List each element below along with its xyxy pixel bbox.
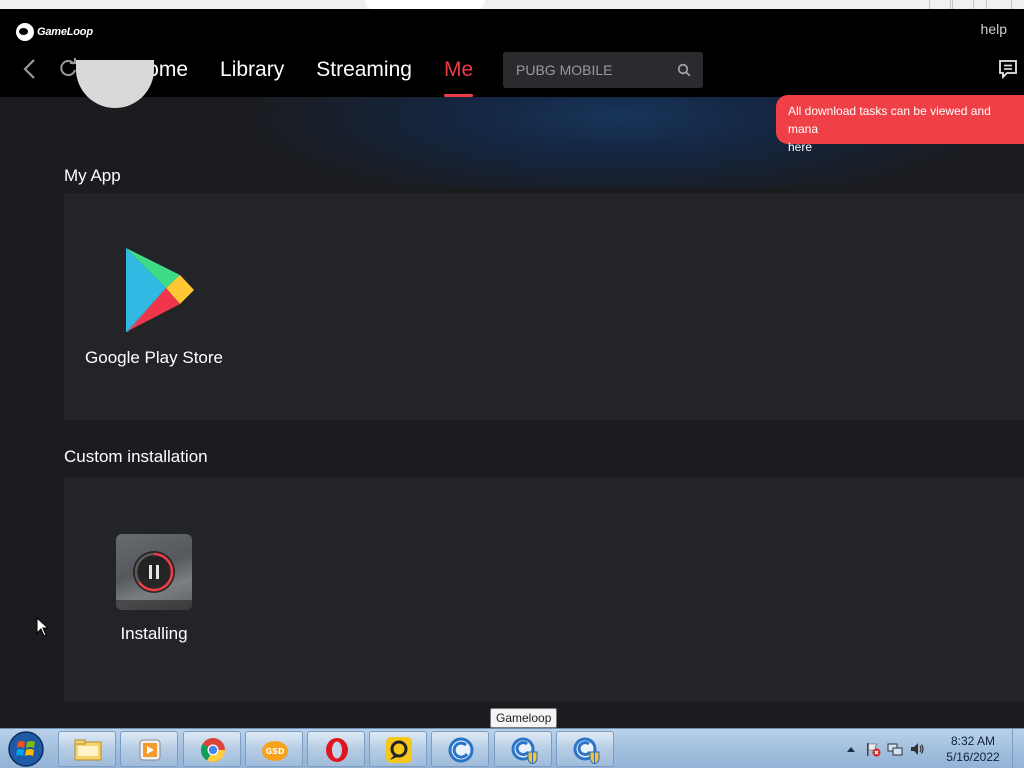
search-input[interactable] — [503, 52, 671, 88]
main-tabs: Home Library Streaming Me — [132, 57, 505, 97]
app-label: Installing — [120, 624, 188, 643]
my-app-panel: Google Play Store — [64, 193, 1024, 420]
minimize-button[interactable] — [929, 0, 951, 9]
message-icon[interactable] — [998, 59, 1018, 84]
gameloop-icon — [446, 736, 476, 764]
taskbar-gsd[interactable]: GSD — [245, 731, 303, 767]
titlebar-highlight — [365, 0, 485, 9]
taskbar-file-explorer[interactable] — [58, 731, 116, 767]
custom-installation-title: Custom installation — [64, 447, 208, 466]
thumbnail-strip — [116, 600, 192, 610]
refresh-icon[interactable] — [58, 58, 78, 78]
taskbar-chrome[interactable] — [183, 731, 241, 767]
gsd-icon: GSD — [260, 736, 290, 764]
chrome-icon — [198, 736, 228, 764]
app-card-installing[interactable]: Installing — [64, 534, 244, 644]
close-button[interactable] — [986, 0, 1012, 9]
gameloop-window: GameLoop help Home Library Streaming Me … — [0, 0, 1024, 768]
folder-icon — [73, 736, 103, 764]
tab-library[interactable]: Library — [220, 57, 284, 97]
system-clock[interactable]: 8:32 AM 5/16/2022 — [938, 733, 1008, 765]
taskbar-media-player[interactable] — [120, 731, 178, 767]
taskbar-gameloop-2[interactable] — [494, 731, 552, 767]
tab-me[interactable]: Me — [443, 57, 474, 97]
taskbar-gameloop-1[interactable] — [431, 731, 489, 767]
logo-text: GameLoop — [37, 26, 93, 38]
show-desktop-button[interactable] — [1012, 729, 1024, 768]
ldplayer-icon — [384, 736, 414, 764]
taskbar-gameloop-3[interactable] — [556, 731, 614, 767]
action-center-flag-icon[interactable] — [865, 741, 881, 757]
window-titlebar-strip — [0, 0, 1024, 9]
taskbar-ldplayer[interactable] — [369, 731, 427, 767]
opera-icon — [322, 736, 352, 764]
start-button[interactable] — [6, 730, 46, 768]
show-hidden-icons-icon[interactable] — [843, 741, 859, 757]
gameloop-shield-icon — [571, 736, 601, 765]
my-app-title: My App — [64, 166, 121, 185]
gameloop-logo-icon — [16, 23, 34, 41]
google-play-icon — [114, 248, 194, 334]
mouse-cursor-icon — [36, 616, 50, 642]
top-header: GameLoop help Home Library Streaming Me — [0, 9, 1024, 97]
gameloop-logo: GameLoop — [16, 23, 93, 41]
pause-button[interactable] — [133, 551, 175, 593]
search-box — [503, 52, 703, 88]
installing-thumbnail — [116, 534, 192, 610]
clock-time: 8:32 AM — [950, 734, 996, 748]
windows-taskbar: GSD 8:32 AM 5/16/2022 — [0, 728, 1024, 768]
search-icon[interactable] — [677, 63, 691, 82]
app-card-google-play[interactable]: Google Play Store — [64, 248, 244, 368]
back-arrow-icon[interactable] — [22, 58, 36, 80]
svg-text:GSD: GSD — [266, 747, 285, 756]
tab-streaming[interactable]: Streaming — [316, 57, 412, 97]
taskbar-opera[interactable] — [307, 731, 365, 767]
download-tasks-notification[interactable]: All download tasks can be viewed and man… — [776, 95, 1024, 154]
notification-line-2: here — [788, 140, 813, 154]
notification-line-1: All download tasks can be viewed and man… — [788, 104, 991, 136]
taskbar-tooltip: Gameloop — [490, 708, 558, 728]
help-link[interactable]: help — [981, 21, 1007, 37]
media-player-icon — [135, 736, 165, 764]
network-icon[interactable] — [887, 741, 903, 757]
gameloop-shield-icon — [509, 736, 539, 765]
app-label: Google Play Store — [85, 348, 223, 367]
restore-button[interactable] — [952, 0, 974, 9]
clock-date: 5/16/2022 — [946, 750, 1000, 764]
volume-icon[interactable] — [909, 741, 925, 757]
custom-installation-panel: Installing — [64, 477, 1024, 702]
system-tray — [843, 729, 925, 768]
